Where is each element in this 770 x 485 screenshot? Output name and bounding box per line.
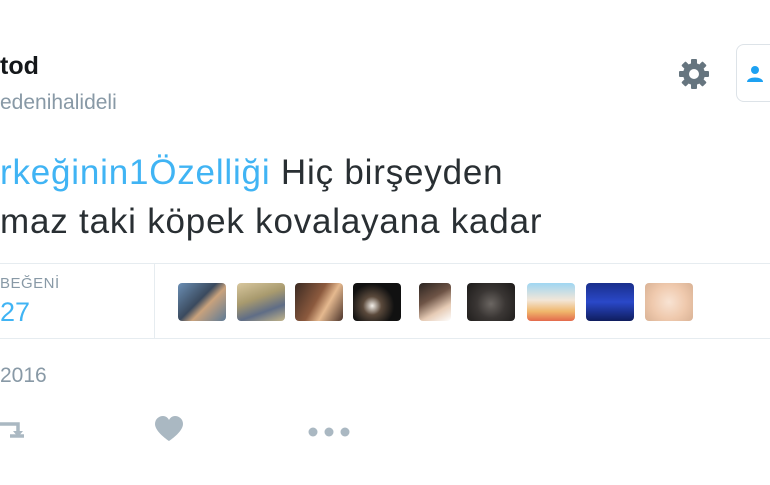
tweet-text: rkeğinin1Özelliği Hiç birşeyden maz taki… xyxy=(0,148,770,246)
liker-avatar[interactable] xyxy=(467,283,515,321)
tweet-stats: BEĞENİ 27 xyxy=(0,263,770,339)
follow-button[interactable] xyxy=(736,44,770,102)
liker-avatar[interactable] xyxy=(645,283,693,321)
tweet-actions xyxy=(0,410,770,450)
hashtag-link[interactable]: rkeğinin1Özelliği xyxy=(0,153,270,192)
liker-avatar[interactable] xyxy=(419,283,451,321)
tweet-line-1: rkeğinin1Özelliği Hiç birşeyden xyxy=(0,148,770,197)
tweet-timestamp[interactable]: 2016 xyxy=(0,364,47,388)
liker-avatar[interactable] xyxy=(295,283,343,321)
retweet-icon[interactable] xyxy=(0,419,28,446)
liker-avatar[interactable] xyxy=(178,283,226,321)
heart-icon[interactable] xyxy=(154,416,184,447)
liker-avatar[interactable] xyxy=(586,283,634,321)
liker-avatar[interactable] xyxy=(527,283,575,321)
user-handle[interactable]: edenihalideli xyxy=(0,91,117,115)
stats-divider xyxy=(154,264,155,338)
follow-user-icon xyxy=(747,66,763,82)
likes-count[interactable]: 27 xyxy=(0,297,30,328)
tweet-line-2: maz taki köpek kovalayana kadar xyxy=(0,202,543,241)
more-dots-icon[interactable] xyxy=(308,424,350,442)
liker-avatar[interactable] xyxy=(237,283,285,321)
liker-avatar[interactable] xyxy=(353,283,401,321)
likes-label: BEĞENİ xyxy=(0,275,60,292)
settings-gear-icon[interactable] xyxy=(676,56,712,92)
tweet-text-segment: Hiç birşeyden xyxy=(270,153,504,192)
display-name[interactable]: tod xyxy=(0,52,39,81)
